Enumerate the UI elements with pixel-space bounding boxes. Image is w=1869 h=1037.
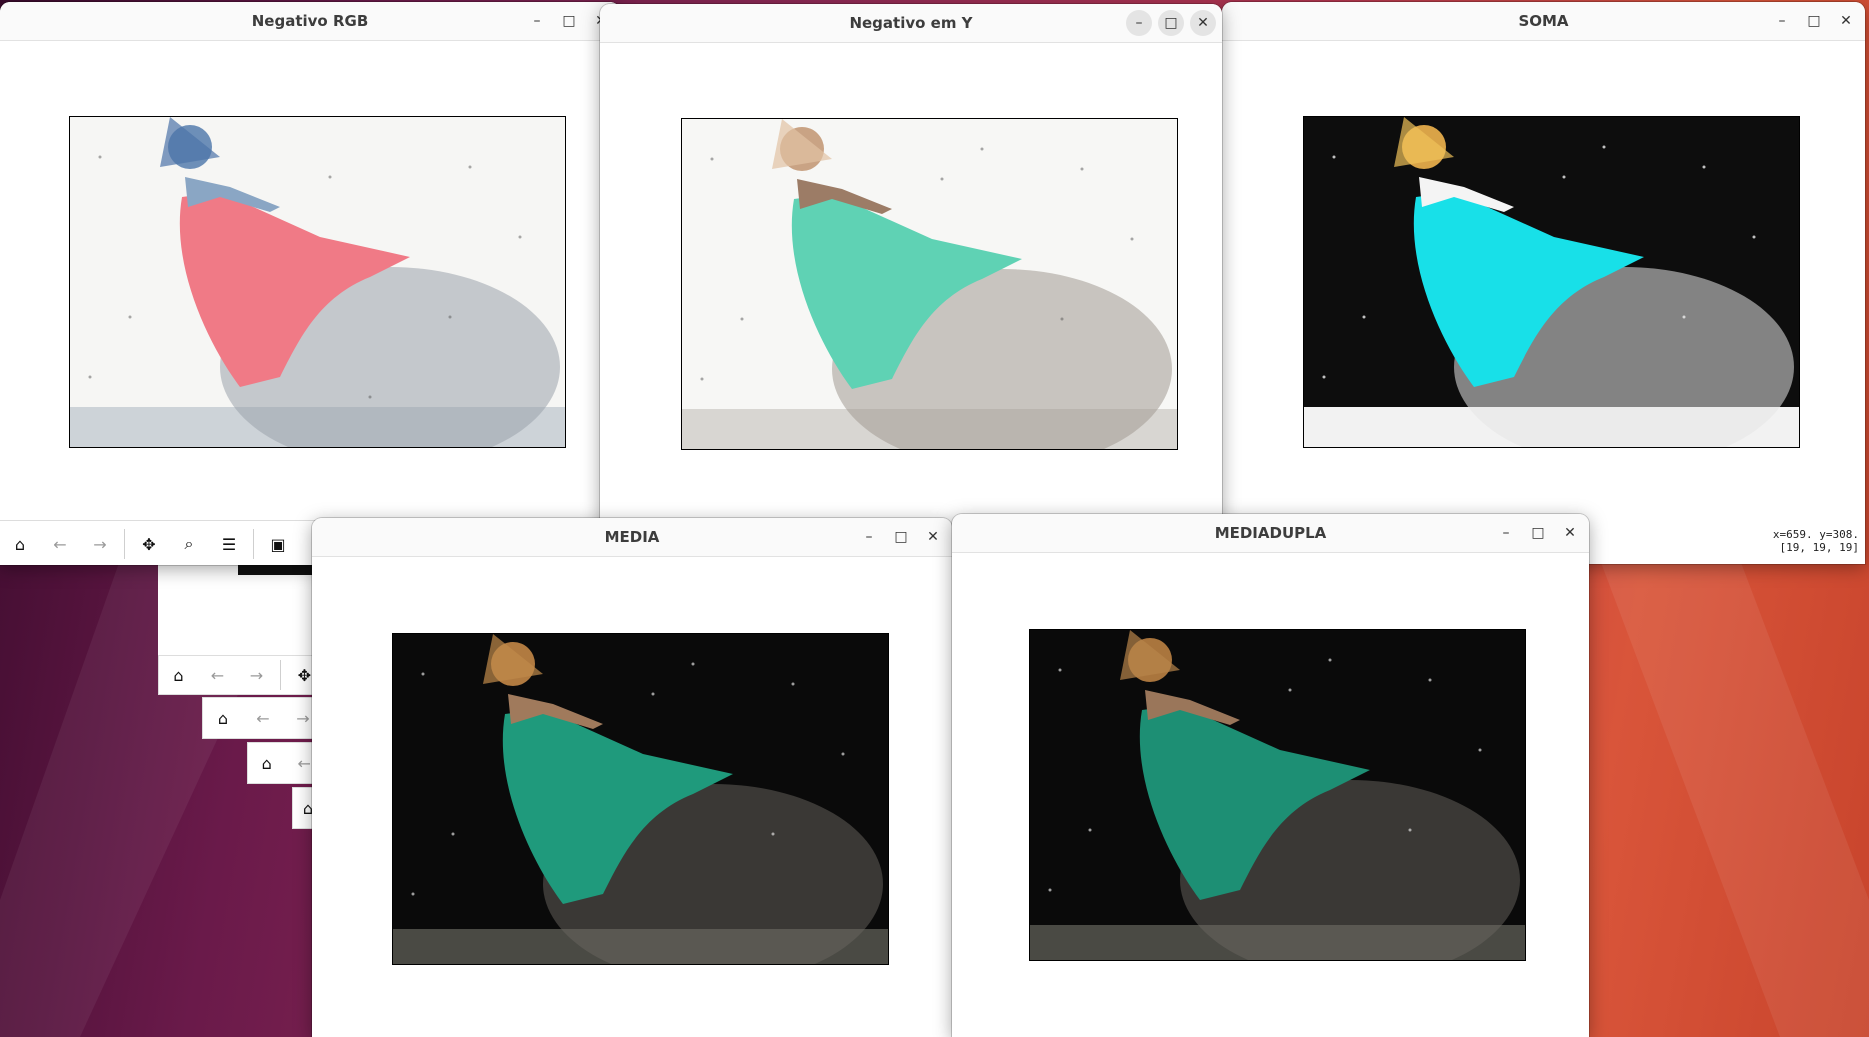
home-icon[interactable]: ⌂ [248,743,286,783]
arrow-right-icon[interactable]: → [237,655,276,695]
coords-pixel-value: [19, 19, 19] [1779,541,1859,554]
window-negativo-rgb[interactable]: Negativo RGB – □ ✕ ⌂ ← → ✥ ⌕ ☰ ▣ [0,2,620,565]
arrow-left-icon[interactable]: ← [198,655,237,695]
home-icon[interactable]: ⌂ [0,524,40,564]
minimize-button[interactable]: – [524,8,550,34]
maximize-button[interactable]: □ [1801,8,1827,34]
maximize-button[interactable]: □ [1158,10,1184,36]
title-bar[interactable]: MEDIA – □ ✕ [312,518,952,557]
title-bar[interactable]: SOMA – □ ✕ [1222,2,1865,41]
image-media [392,633,889,965]
minimize-button[interactable]: – [856,524,882,550]
close-button[interactable]: ✕ [1557,520,1583,546]
sliders-icon[interactable]: ☰ [209,524,249,564]
title-bar[interactable]: MEDIADUPLA – □ ✕ [952,514,1589,553]
arrow-right-icon[interactable]: → [80,524,120,564]
cursor-coordinates: x=659. y=308. [19, 19, 19] [1773,528,1859,554]
arrow-left-icon[interactable]: ← [40,524,80,564]
close-button[interactable]: ✕ [920,524,946,550]
window-media[interactable]: MEDIA – □ ✕ [312,518,952,1037]
background-window-toolbar-1: ⌂ ← → ✥ [158,655,325,695]
home-icon[interactable]: ⌂ [203,698,243,738]
maximize-button[interactable]: □ [1525,520,1551,546]
maximize-button[interactable]: □ [556,8,582,34]
close-button[interactable]: ✕ [1190,10,1216,36]
toolbar-divider [280,660,281,690]
image-negativo-rgb [69,116,566,448]
window-soma[interactable]: SOMA – □ ✕ x=659. y=308. [19, 19, 19] [1222,2,1865,564]
background-window-body [158,565,323,655]
floppy-icon[interactable]: ▣ [258,524,298,564]
toolbar-divider [253,529,254,559]
image-soma [1303,116,1800,448]
image-mediadupla [1029,629,1526,961]
window-mediadupla[interactable]: MEDIADUPLA – □ ✕ [952,514,1589,1037]
window-negativo-em-y[interactable]: Negativo em Y – □ ✕ [600,4,1222,559]
title-bar[interactable]: Negativo em Y – □ ✕ [600,4,1222,43]
toolbar-divider [124,529,125,559]
background-window-toolbar-2: ⌂ ← → [202,697,324,739]
minimize-button[interactable]: – [1769,8,1795,34]
coords-xy: x=659. y=308. [1772,528,1859,541]
arrow-left-icon[interactable]: ← [243,698,283,738]
minimize-button[interactable]: – [1493,520,1519,546]
home-icon[interactable]: ⌂ [159,655,198,695]
magnifier-icon[interactable]: ⌕ [169,524,209,564]
maximize-button[interactable]: □ [888,524,914,550]
close-button[interactable]: ✕ [1833,8,1859,34]
move-icon[interactable]: ✥ [129,524,169,564]
minimize-button[interactable]: – [1126,10,1152,36]
image-negativo-em-y [681,118,1178,450]
title-bar[interactable]: Negativo RGB – □ ✕ [0,2,620,41]
